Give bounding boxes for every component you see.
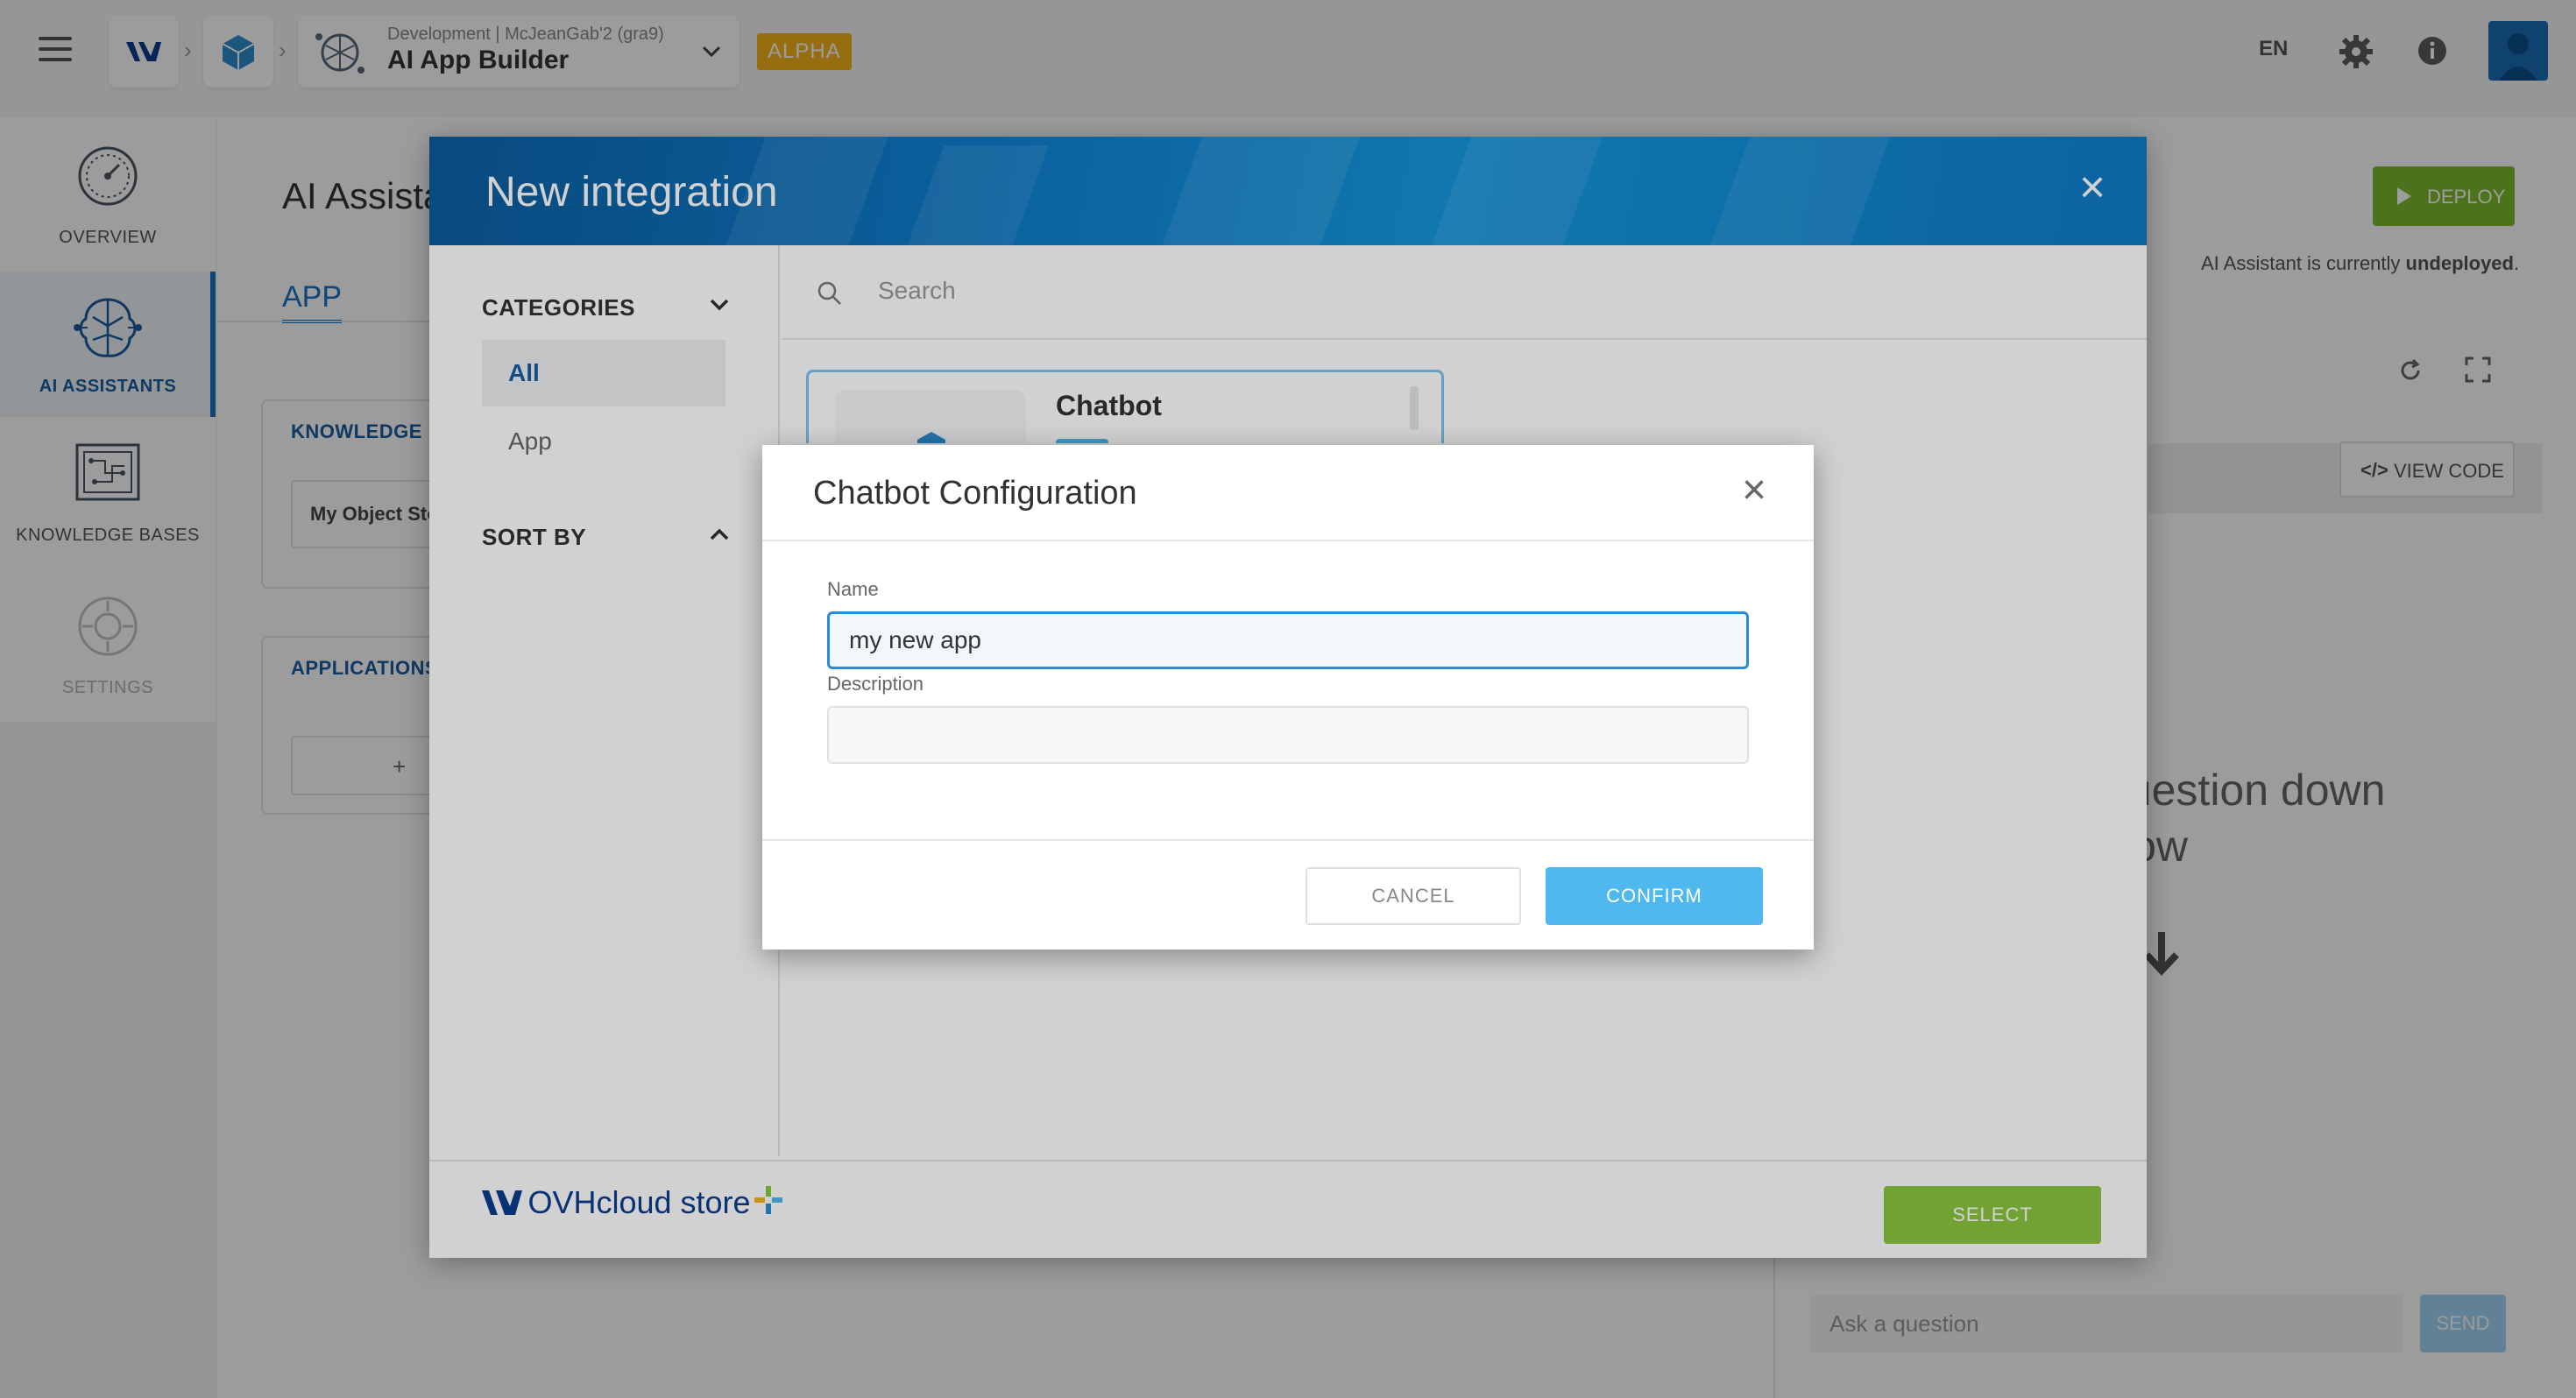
name-label: Name <box>827 578 879 600</box>
chatbot-configuration-dialog: Chatbot Configuration × Name Description… <box>762 445 1814 950</box>
close-dialog-icon[interactable]: × <box>1735 470 1773 512</box>
name-input[interactable] <box>827 611 1749 669</box>
dialog-title: Chatbot Configuration <box>813 475 1137 512</box>
cancel-button[interactable]: CANCEL <box>1306 867 1521 925</box>
dialog-header-divider <box>762 540 1814 541</box>
description-input[interactable] <box>827 706 1749 764</box>
description-label: Description <box>827 673 924 695</box>
confirm-button[interactable]: CONFIRM <box>1546 867 1763 925</box>
dialog-footer-divider <box>762 839 1814 841</box>
